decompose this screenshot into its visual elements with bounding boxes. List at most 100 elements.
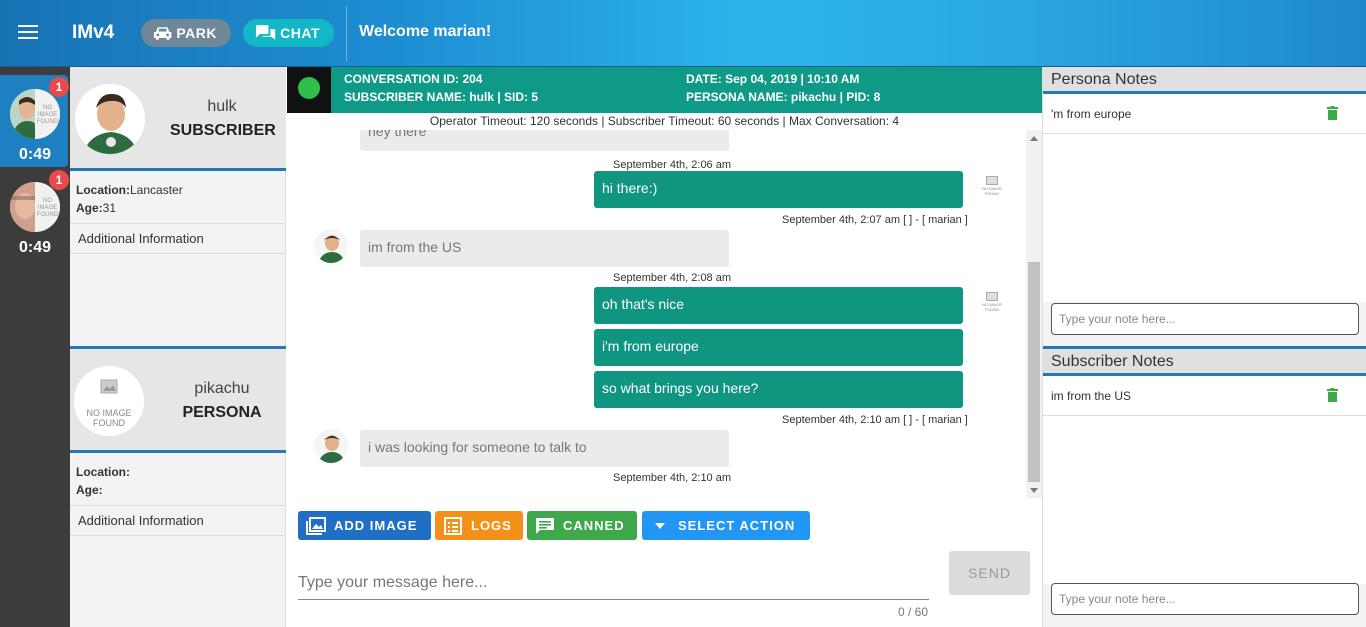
subscriber-header: hulk SUBSCRIBER (70, 67, 286, 171)
park-label: PARK (176, 25, 217, 41)
character-counter: 0 / 60 (898, 605, 929, 619)
subscriber-additional-info[interactable]: Additional Information (70, 223, 286, 254)
location-label: Location: (76, 183, 130, 197)
scroll-up-arrow-icon[interactable] (1030, 136, 1038, 141)
subscriber-line: SUBSCRIBER NAME: hulk | SID: 5 (344, 90, 539, 104)
no-image-text: NO IMAGE FOUND (86, 408, 132, 428)
subscriber-age: 31 (102, 201, 117, 215)
age-label: Age: (76, 483, 103, 497)
subscriber-avatar (75, 84, 145, 154)
message-timestamp: September 4th, 2:08 am (613, 272, 732, 284)
welcome-text: Welcome marian! (359, 23, 492, 40)
rail-avatar-pair: NO IMAGE FOUND (10, 89, 60, 139)
subscriber-avatar-small (314, 229, 348, 263)
subscriber-info: Location:Lancaster Age:31 (70, 171, 286, 217)
profiles-panel: hulk SUBSCRIBER Location:Lancaster Age:3… (70, 67, 286, 627)
subscriber-avatar-small (314, 429, 348, 463)
persona-additional-info[interactable]: Additional Information (70, 505, 286, 536)
message-outgoing: i'm from europe (594, 329, 963, 366)
message-incoming: im from the US (360, 230, 729, 267)
message-timestamp: September 4th, 2:06 am (613, 159, 732, 171)
persona-avatar: NO IMAGE FOUND (74, 366, 144, 436)
message-timestamp: September 4th, 2:10 am [ ] - [ marian ] (782, 414, 968, 426)
persona-note-item: 'm from europe (1043, 94, 1366, 134)
subscriber-notes-title: Subscriber Notes (1043, 349, 1366, 376)
persona-notes-title: Persona Notes (1043, 67, 1366, 94)
caret-down-icon (650, 517, 670, 535)
chat-bubbles-icon (255, 25, 276, 40)
message-scrollbar[interactable] (1026, 130, 1042, 498)
scrollbar-thumb[interactable] (1028, 262, 1040, 482)
rail-avatar-pair: NO IMAGE FOUND (10, 182, 60, 232)
subscriber-note-input[interactable]: Type your note here... (1051, 583, 1359, 615)
chat-label: CHAT (280, 25, 320, 41)
hamburger-menu-icon[interactable] (18, 25, 38, 41)
image-icon (306, 516, 326, 535)
select-action-dropdown[interactable]: SELECT ACTION (642, 511, 810, 540)
rail-conversation-2[interactable]: NO IMAGE FOUND 1 0:49 (0, 168, 70, 260)
no-image-icon: NO IMAGE FOUND (980, 292, 1004, 316)
subscriber-notes-body (1043, 416, 1366, 584)
message-timestamp: September 4th, 2:07 am [ ] - [ marian ] (782, 214, 968, 226)
persona-name: pikachu (194, 380, 250, 397)
chat-button[interactable]: CHAT (243, 19, 334, 47)
subscriber-card: hulk SUBSCRIBER Location:Lancaster Age:3… (70, 67, 286, 254)
persona-card: NO IMAGE FOUND pikachu PERSONA Location:… (70, 346, 286, 536)
message-outgoing: so what brings you here? (594, 371, 963, 408)
message-incoming: hey there (360, 130, 729, 151)
list-icon (443, 516, 463, 535)
persona-notes-body (1043, 134, 1366, 302)
subscriber-avatar (10, 182, 35, 232)
car-icon (153, 27, 172, 40)
rail-conversation-1[interactable]: NO IMAGE FOUND 1 0:49 (0, 75, 69, 167)
chat-panel: CONVERSATION ID: 204 SUBSCRIBER NAME: hu… (287, 67, 1042, 627)
park-button[interactable]: PARK (141, 19, 231, 47)
persona-header: NO IMAGE FOUND pikachu PERSONA (70, 349, 286, 453)
message-list[interactable]: hey there September 4th, 2:06 am hi ther… (287, 130, 1026, 498)
location-label: Location: (76, 465, 130, 479)
conversation-header: CONVERSATION ID: 204 SUBSCRIBER NAME: hu… (287, 67, 1042, 113)
top-bar: IMv4 PARK CHAT Welcome marian! (0, 0, 1366, 67)
add-image-label: ADD IMAGE (334, 518, 418, 533)
age-label: Age: (76, 201, 103, 215)
logs-label: LOGS (471, 518, 512, 533)
no-image-text: NO IMAGE FOUND (36, 198, 59, 218)
canned-button[interactable]: CANNED (527, 511, 637, 540)
timeouts-info: Operator Timeout: 120 seconds | Subscrib… (429, 114, 900, 128)
subscriber-notes-section: Subscriber Notes im from the US Type you… (1043, 346, 1366, 627)
persona-role: PERSONA (182, 404, 262, 421)
persona-line: PERSONA NAME: pikachu | PID: 8 (686, 90, 881, 104)
canned-label: CANNED (563, 518, 625, 533)
persona-notes-section: Persona Notes 'm from europe Type your n… (1043, 67, 1366, 345)
status-box (287, 67, 331, 113)
persona-info: Location: Age: (70, 453, 286, 499)
conversation-date: DATE: Sep 04, 2019 | 10:10 AM (686, 72, 860, 86)
message-input[interactable]: Type your message here... (298, 567, 929, 600)
no-image-text: NO IMAGE FOUND (981, 186, 1002, 196)
message-incoming: i was looking for someone to talk to (360, 430, 729, 467)
message-outgoing: oh that's nice (594, 287, 963, 324)
header-divider (346, 6, 347, 61)
rail-timer: 0:49 (18, 239, 52, 256)
trash-icon[interactable] (1327, 106, 1338, 120)
persona-note-text: 'm from europe (1051, 107, 1132, 121)
send-button[interactable]: SEND (949, 551, 1030, 595)
trash-icon[interactable] (1327, 388, 1338, 402)
unread-badge: 1 (49, 77, 69, 97)
persona-note-input[interactable]: Type your note here... (1051, 303, 1359, 335)
conversation-id: CONVERSATION ID: 204 (344, 72, 483, 86)
logs-button[interactable]: LOGS (435, 511, 523, 540)
scroll-down-arrow-icon[interactable] (1030, 488, 1038, 493)
no-image-text: NO IMAGE FOUND (981, 302, 1002, 312)
message-timestamp: September 4th, 2:10 am (613, 472, 732, 484)
notes-panel: Persona Notes 'm from europe Type your n… (1042, 67, 1366, 627)
subscriber-avatar (10, 89, 35, 139)
subscriber-name: hulk (207, 98, 237, 115)
online-status-dot (298, 77, 320, 99)
app-title: IMv4 (72, 22, 115, 43)
add-image-button[interactable]: ADD IMAGE (298, 511, 431, 540)
no-image-text: NO IMAGE FOUND (36, 105, 59, 125)
message-icon (535, 517, 555, 535)
unread-badge: 1 (49, 170, 69, 190)
subscriber-location: Lancaster (130, 183, 183, 197)
